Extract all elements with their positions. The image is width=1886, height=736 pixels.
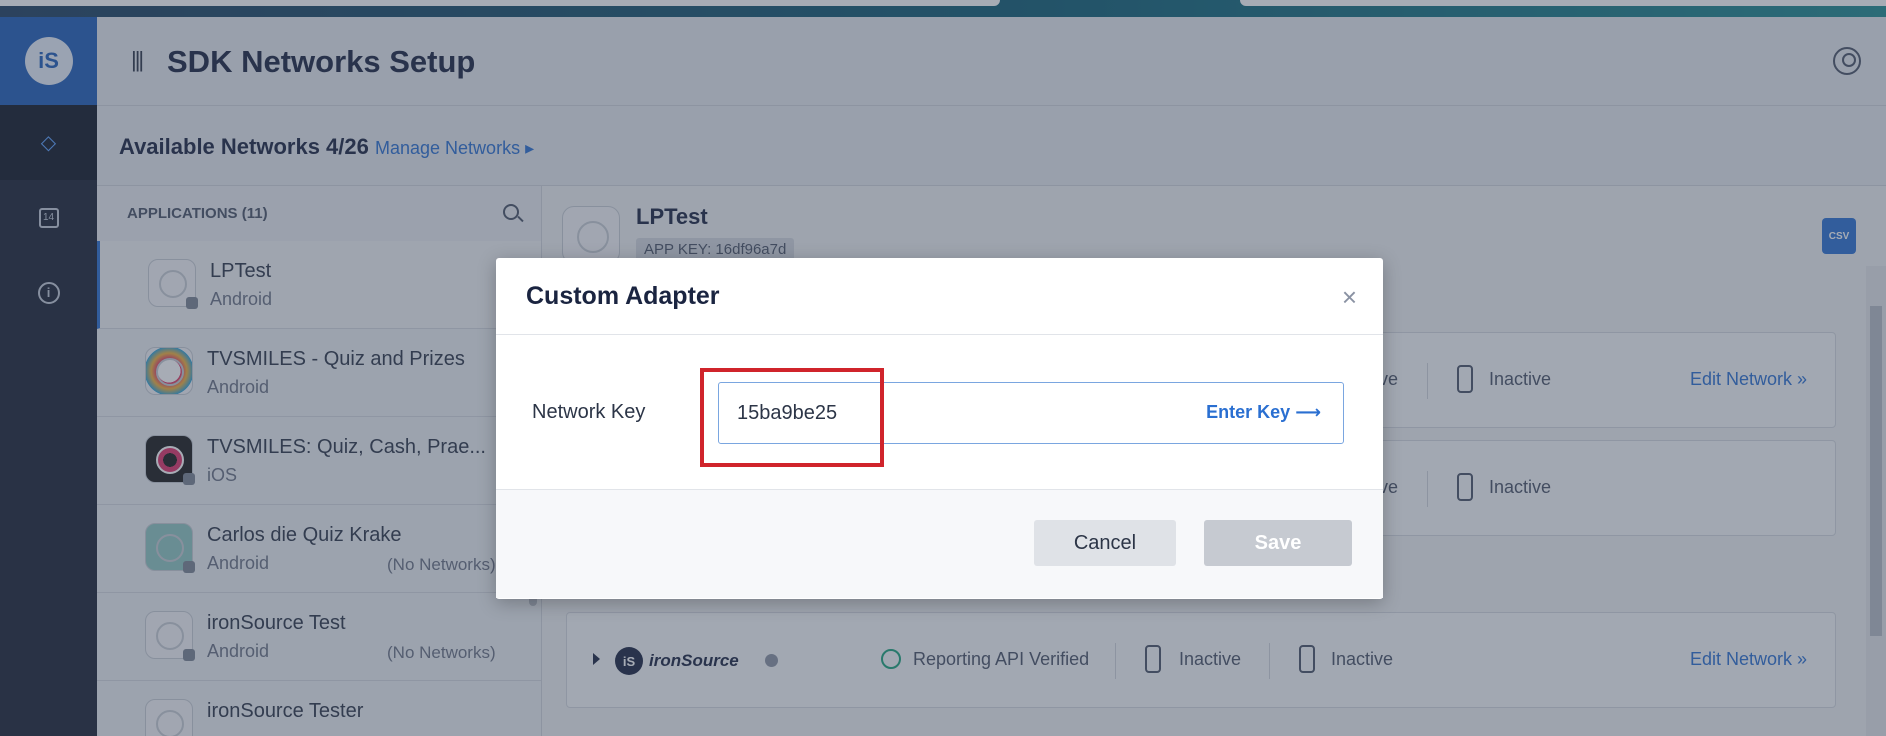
close-icon[interactable]: × bbox=[1342, 282, 1357, 313]
save-button[interactable]: Save bbox=[1204, 520, 1352, 566]
dialog-footer: Cancel Save bbox=[496, 490, 1383, 598]
network-key-label: Network Key bbox=[532, 401, 646, 423]
highlight-box bbox=[700, 368, 884, 467]
dialog-header: Custom Adapter × bbox=[496, 258, 1383, 335]
enter-key-button[interactable]: Enter Key ⟶ bbox=[1206, 402, 1321, 423]
custom-adapter-dialog: Custom Adapter × Network Key Enter Key ⟶… bbox=[496, 258, 1383, 599]
cancel-button[interactable]: Cancel bbox=[1034, 520, 1176, 566]
dialog-body: Network Key Enter Key ⟶ bbox=[496, 335, 1383, 490]
dialog-title: Custom Adapter bbox=[526, 282, 720, 310]
